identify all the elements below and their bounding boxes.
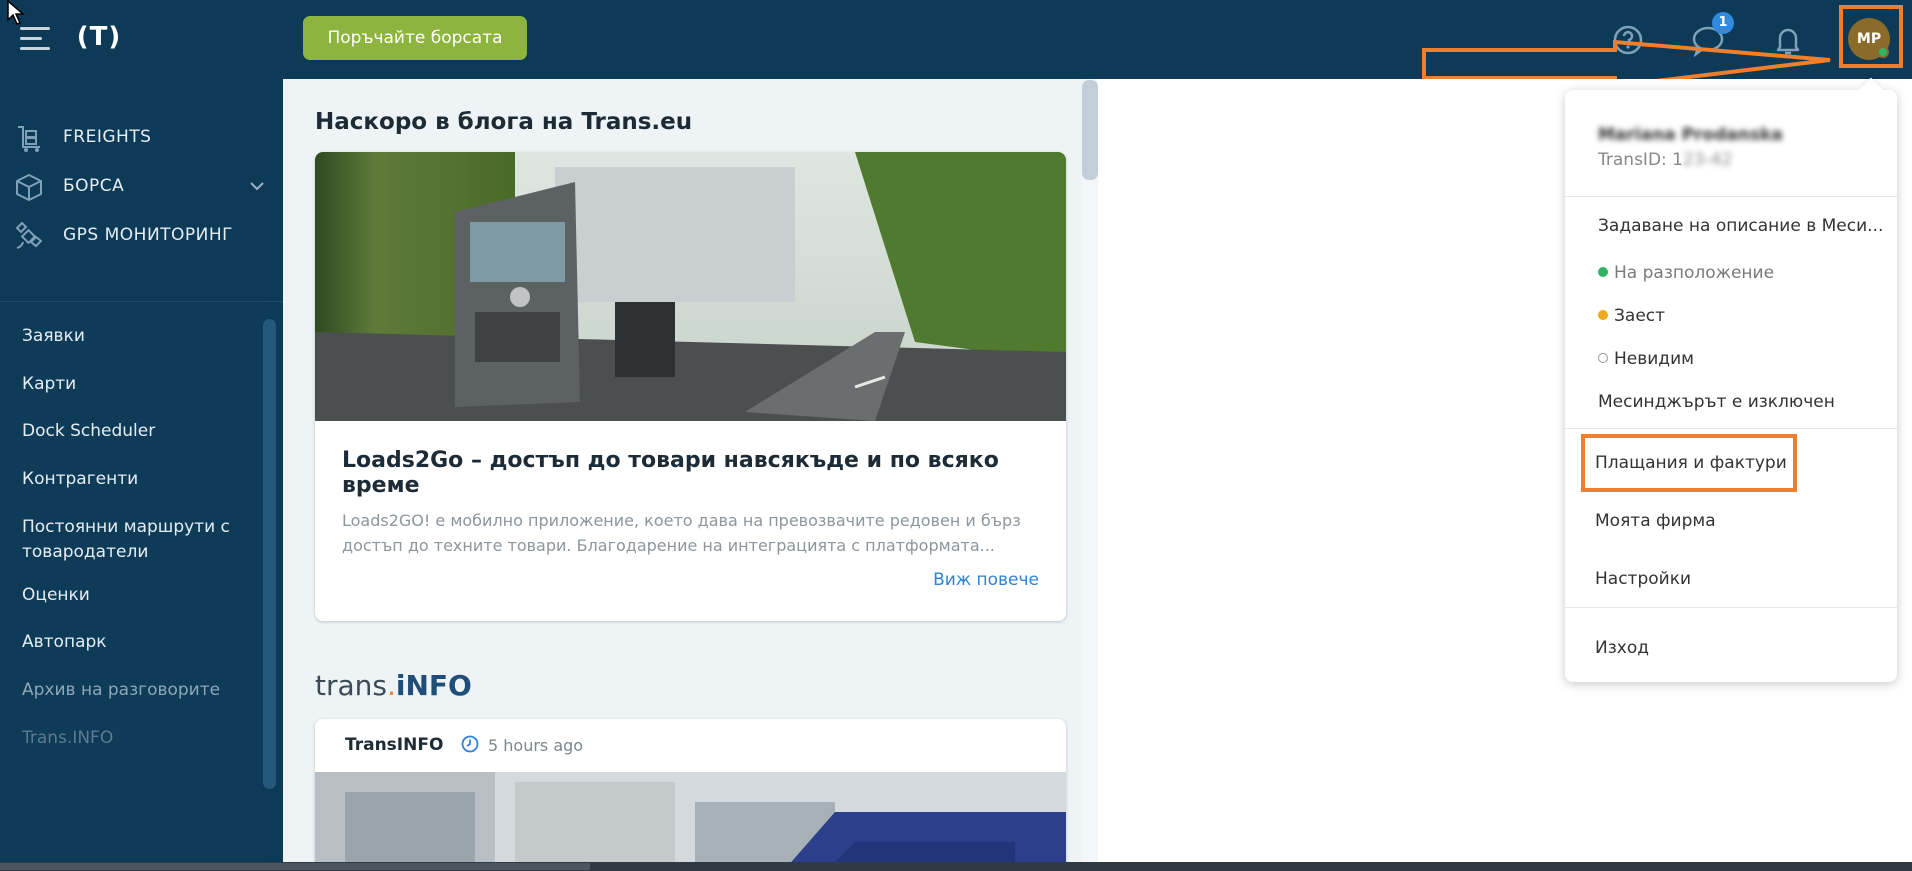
sidebar-item-transinfo[interactable]: Trans.INFO xyxy=(22,726,252,751)
user-transid: TransID: 123-42 xyxy=(1598,150,1732,170)
blog-section-title: Наскоро в блога на Trans.eu xyxy=(315,109,693,135)
set-messenger-description[interactable]: Задаване на описание в Меси... xyxy=(1598,216,1883,236)
app-logo[interactable]: (T) xyxy=(70,22,128,52)
sidebar-submenu: Заявки Карти Dock Scheduler Контрагенти … xyxy=(0,302,262,871)
menu-icon[interactable] xyxy=(20,27,50,51)
user-menu-dropdown: Mariana Prodanska TransID: 123-42 Задава… xyxy=(1565,90,1897,682)
logo-part: trans xyxy=(315,669,387,702)
news-source: TransINFO xyxy=(345,735,444,755)
sidebar-item-gps[interactable]: GPS МОНИТОРИНГ xyxy=(0,211,283,261)
read-more-link[interactable]: Виж повече xyxy=(933,570,1039,590)
sidebar-item-label: FREIGHTS xyxy=(63,127,152,147)
sidebar-item-chat-archive[interactable]: Архив на разговорите xyxy=(22,678,252,703)
logout-item[interactable]: Изход xyxy=(1595,638,1649,658)
news-card[interactable]: TransINFO 5 hours ago xyxy=(315,719,1066,862)
sidebar-item-contractors[interactable]: Контрагенти xyxy=(22,467,252,492)
main-scrollbar-track xyxy=(1082,79,1098,862)
cube-icon xyxy=(16,174,42,201)
avatar-highlight-frame xyxy=(1839,5,1903,68)
sidebar-scrollbar[interactable] xyxy=(263,319,276,789)
settings-item[interactable]: Настройки xyxy=(1595,569,1691,589)
sidebar-item-permanent-routes[interactable]: Постоянни маршрути с товародатели xyxy=(22,515,252,565)
transid-label: TransID: 1 xyxy=(1598,150,1683,170)
blog-card-excerpt: Loads2GO! е мобилно приложение, което да… xyxy=(342,511,1021,555)
logo-dot: . xyxy=(386,669,396,702)
menu-divider xyxy=(1565,607,1897,608)
user-name: Mariana Prodanska xyxy=(1598,125,1783,145)
sidebar-item-label: БОРСА xyxy=(63,176,125,196)
clock-icon xyxy=(461,735,479,753)
payments-highlight-frame xyxy=(1581,434,1797,492)
freights-icon xyxy=(18,126,40,152)
sidebar-item-freights[interactable]: FREIGHTS xyxy=(0,113,283,163)
chevron-down-icon[interactable] xyxy=(248,177,266,195)
status-busy[interactable]: Заест xyxy=(1598,306,1665,326)
messenger-disabled[interactable]: Месинджърът е изключен xyxy=(1598,392,1835,412)
order-exchange-button[interactable]: Поръчайте борсата xyxy=(303,16,527,60)
transinfo-logo[interactable]: trans.iNFO xyxy=(315,669,472,702)
my-company-item[interactable]: Моята фирма xyxy=(1595,511,1716,531)
status-label: На разположение xyxy=(1614,263,1775,283)
blog-card-title[interactable]: Loads2Go – достъп до товари навсякъде и … xyxy=(342,448,1042,498)
menu-divider xyxy=(1565,428,1897,429)
satellite-icon xyxy=(15,221,43,249)
mouse-cursor-icon xyxy=(7,0,26,25)
sidebar-item-fleet[interactable]: Автопарк xyxy=(22,630,252,655)
sidebar-item-ratings[interactable]: Оценки xyxy=(22,583,252,608)
status-available[interactable]: На разположение xyxy=(1598,263,1774,283)
main-scrollbar[interactable] xyxy=(1082,80,1098,180)
status-label: Невидим xyxy=(1614,349,1694,369)
news-image xyxy=(315,772,1066,862)
transid-blurred: 23-42 xyxy=(1682,150,1733,170)
status-label: Заест xyxy=(1614,306,1666,326)
menu-divider xyxy=(1565,196,1897,197)
news-time: 5 hours ago xyxy=(488,736,584,755)
main-content: Наскоро в блога на Trans.eu Loads2Go – д… xyxy=(283,79,1098,862)
status-dot xyxy=(1598,353,1608,363)
sidebar-item-dock-scheduler[interactable]: Dock Scheduler xyxy=(22,419,252,444)
status-dot xyxy=(1598,267,1608,277)
bottom-scrollbar[interactable] xyxy=(0,863,590,870)
sidebar-item-maps[interactable]: Карти xyxy=(22,372,252,397)
sidebar: FREIGHTS БОРСА GPS МОНИТОРИНГ Заявки Кар… xyxy=(0,79,283,871)
sidebar-item-exchange[interactable]: БОРСА xyxy=(0,162,283,212)
logo-part: iNFO xyxy=(395,669,472,702)
truck-image xyxy=(315,152,1066,421)
status-dot xyxy=(1598,310,1608,320)
sidebar-item-orders[interactable]: Заявки xyxy=(22,324,252,349)
sidebar-item-label: GPS МОНИТОРИНГ xyxy=(63,225,234,245)
status-invisible[interactable]: Невидим xyxy=(1598,349,1694,369)
blog-card[interactable]: Loads2Go – достъп до товари навсякъде и … xyxy=(315,152,1066,621)
